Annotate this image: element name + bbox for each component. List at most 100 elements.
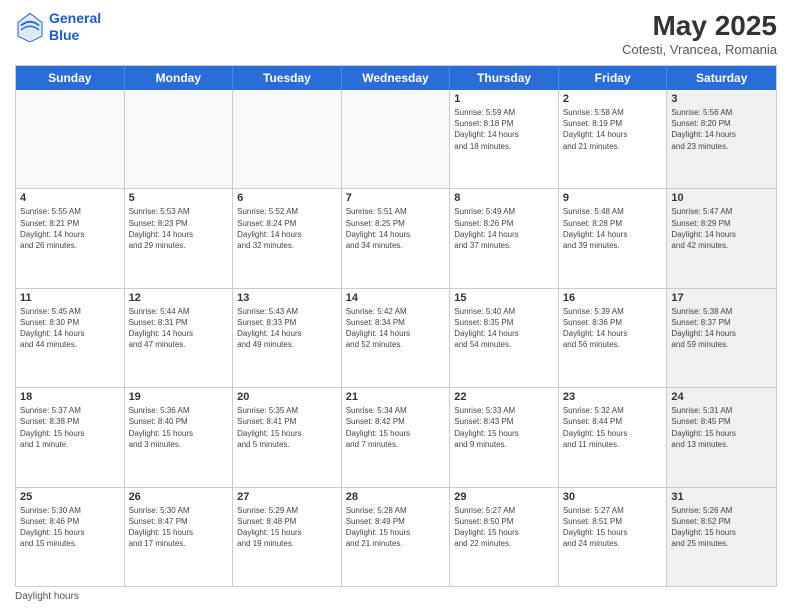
day-info: Sunrise: 5:26 AM Sunset: 8:52 PM Dayligh… (671, 505, 772, 550)
day-number: 22 (454, 391, 554, 403)
day-info: Sunrise: 5:33 AM Sunset: 8:43 PM Dayligh… (454, 405, 554, 450)
calendar-cell: 22 Sunrise: 5:33 AM Sunset: 8:43 PM Dayli… (450, 388, 559, 486)
day-number: 16 (563, 292, 663, 304)
day-info: Sunrise: 5:39 AM Sunset: 8:36 PM Dayligh… (563, 306, 663, 351)
day-info: Sunrise: 5:52 AM Sunset: 8:24 PM Dayligh… (237, 206, 337, 251)
day-info: Sunrise: 5:34 AM Sunset: 8:42 PM Dayligh… (346, 405, 446, 450)
day-number: 13 (237, 292, 337, 304)
calendar-cell: 14 Sunrise: 5:42 AM Sunset: 8:34 PM Dayli… (342, 289, 451, 387)
day-info: Sunrise: 5:27 AM Sunset: 8:51 PM Dayligh… (563, 505, 663, 550)
day-info: Sunrise: 5:36 AM Sunset: 8:40 PM Dayligh… (129, 405, 229, 450)
day-info: Sunrise: 5:58 AM Sunset: 8:19 PM Dayligh… (563, 107, 663, 152)
footer-note: Daylight hours (15, 591, 777, 602)
day-info: Sunrise: 5:51 AM Sunset: 8:25 PM Dayligh… (346, 206, 446, 251)
logo: General Blue (15, 10, 101, 44)
page: General Blue May 2025 Cotesti, Vrancea, … (0, 0, 792, 612)
header-day-saturday: Saturday (667, 66, 776, 90)
header-day-friday: Friday (559, 66, 668, 90)
calendar-body: 1 Sunrise: 5:59 AM Sunset: 8:18 PM Daylig… (16, 90, 776, 586)
day-info: Sunrise: 5:32 AM Sunset: 8:44 PM Dayligh… (563, 405, 663, 450)
calendar-cell: 29Sunrise: 5:27 AM Sunset: 8:50 PM Dayli… (450, 488, 559, 586)
day-info: Sunrise: 5:27 AM Sunset: 8:50 PM Dayligh… (454, 505, 554, 550)
day-number: 1 (454, 93, 554, 105)
day-number: 8 (454, 192, 554, 204)
day-info: Sunrise: 5:42 AM Sunset: 8:34 PM Dayligh… (346, 306, 446, 351)
day-number: 15 (454, 292, 554, 304)
calendar-cell: 3Sunrise: 5:56 AM Sunset: 8:20 PM Daylig… (667, 90, 776, 188)
logo-icon (15, 12, 45, 42)
calendar-cell: 15Sunrise: 5:40 AM Sunset: 8:35 PM Dayli… (450, 289, 559, 387)
day-info: Sunrise: 5:44 AM Sunset: 8:31 PM Dayligh… (129, 306, 229, 351)
day-number: 14 (346, 292, 446, 304)
day-info: Sunrise: 5:47 AM Sunset: 8:29 PM Dayligh… (671, 206, 772, 251)
calendar-row-1: 4Sunrise: 5:55 AM Sunset: 8:21 PM Daylig… (16, 189, 776, 288)
calendar-cell: 17 Sunrise: 5:38 AM Sunset: 8:37 PM Dayli… (667, 289, 776, 387)
day-number: 30 (563, 491, 663, 503)
calendar-cell: 11 Sunrise: 5:45 AM Sunset: 8:30 PM Dayli… (16, 289, 125, 387)
calendar-cell: 6Sunrise: 5:52 AM Sunset: 8:24 PM Daylig… (233, 189, 342, 287)
calendar-header: SundayMondayTuesdayWednesdayThursdayFrid… (16, 66, 776, 90)
location-subtitle: Cotesti, Vrancea, Romania (622, 42, 777, 57)
day-number: 25 (20, 491, 120, 503)
calendar-cell: 7 Sunrise: 5:51 AM Sunset: 8:25 PM Daylig… (342, 189, 451, 287)
day-number: 19 (129, 391, 229, 403)
calendar-cell: 1 Sunrise: 5:59 AM Sunset: 8:18 PM Daylig… (450, 90, 559, 188)
day-info: Sunrise: 5:30 AM Sunset: 8:47 PM Dayligh… (129, 505, 229, 550)
calendar-cell: 9 Sunrise: 5:48 AM Sunset: 8:28 PM Daylig… (559, 189, 668, 287)
calendar-cell: 8Sunrise: 5:49 AM Sunset: 8:26 PM Daylig… (450, 189, 559, 287)
day-number: 18 (20, 391, 120, 403)
day-info: Sunrise: 5:35 AM Sunset: 8:41 PM Dayligh… (237, 405, 337, 450)
day-info: Sunrise: 5:53 AM Sunset: 8:23 PM Dayligh… (129, 206, 229, 251)
calendar-cell: 13 Sunrise: 5:43 AM Sunset: 8:33 PM Dayli… (233, 289, 342, 387)
day-number: 7 (346, 192, 446, 204)
calendar-row-0: 1 Sunrise: 5:59 AM Sunset: 8:18 PM Daylig… (16, 90, 776, 189)
day-info: Sunrise: 5:29 AM Sunset: 8:48 PM Dayligh… (237, 505, 337, 550)
day-info: Sunrise: 5:45 AM Sunset: 8:30 PM Dayligh… (20, 306, 120, 351)
header-day-monday: Monday (125, 66, 234, 90)
calendar-cell: 10Sunrise: 5:47 AM Sunset: 8:29 PM Dayli… (667, 189, 776, 287)
day-number: 17 (671, 292, 772, 304)
day-number: 21 (346, 391, 446, 403)
day-info: Sunrise: 5:38 AM Sunset: 8:37 PM Dayligh… (671, 306, 772, 351)
calendar-cell: 27Sunrise: 5:29 AM Sunset: 8:48 PM Dayli… (233, 488, 342, 586)
day-info: Sunrise: 5:59 AM Sunset: 8:18 PM Dayligh… (454, 107, 554, 152)
header-day-tuesday: Tuesday (233, 66, 342, 90)
day-info: Sunrise: 5:30 AM Sunset: 8:46 PM Dayligh… (20, 505, 120, 550)
day-number: 3 (671, 93, 772, 105)
day-number: 11 (20, 292, 120, 304)
day-info: Sunrise: 5:28 AM Sunset: 8:49 PM Dayligh… (346, 505, 446, 550)
header-day-thursday: Thursday (450, 66, 559, 90)
calendar-row-4: 25 Sunrise: 5:30 AM Sunset: 8:46 PM Dayli… (16, 488, 776, 586)
day-number: 24 (671, 391, 772, 403)
day-number: 31 (671, 491, 772, 503)
day-info: Sunrise: 5:37 AM Sunset: 8:38 PM Dayligh… (20, 405, 120, 450)
header: General Blue May 2025 Cotesti, Vrancea, … (15, 10, 777, 57)
calendar-cell: 30 Sunrise: 5:27 AM Sunset: 8:51 PM Dayli… (559, 488, 668, 586)
header-day-sunday: Sunday (16, 66, 125, 90)
day-number: 4 (20, 192, 120, 204)
calendar-cell: 25 Sunrise: 5:30 AM Sunset: 8:46 PM Dayli… (16, 488, 125, 586)
day-number: 28 (346, 491, 446, 503)
calendar-cell (342, 90, 451, 188)
calendar-cell: 5 Sunrise: 5:53 AM Sunset: 8:23 PM Daylig… (125, 189, 234, 287)
calendar-cell: 20Sunrise: 5:35 AM Sunset: 8:41 PM Dayli… (233, 388, 342, 486)
day-number: 26 (129, 491, 229, 503)
calendar-cell: 21 Sunrise: 5:34 AM Sunset: 8:42 PM Dayli… (342, 388, 451, 486)
calendar-row-2: 11 Sunrise: 5:45 AM Sunset: 8:30 PM Dayli… (16, 289, 776, 388)
calendar-cell: 19 Sunrise: 5:36 AM Sunset: 8:40 PM Dayli… (125, 388, 234, 486)
day-info: Sunrise: 5:43 AM Sunset: 8:33 PM Dayligh… (237, 306, 337, 351)
calendar-cell: 18 Sunrise: 5:37 AM Sunset: 8:38 PM Dayli… (16, 388, 125, 486)
day-number: 5 (129, 192, 229, 204)
day-info: Sunrise: 5:48 AM Sunset: 8:28 PM Dayligh… (563, 206, 663, 251)
calendar-row-3: 18 Sunrise: 5:37 AM Sunset: 8:38 PM Dayli… (16, 388, 776, 487)
calendar-cell: 4Sunrise: 5:55 AM Sunset: 8:21 PM Daylig… (16, 189, 125, 287)
calendar-cell: 23 Sunrise: 5:32 AM Sunset: 8:44 PM Dayli… (559, 388, 668, 486)
calendar-cell: 31 Sunrise: 5:26 AM Sunset: 8:52 PM Dayli… (667, 488, 776, 586)
day-number: 9 (563, 192, 663, 204)
day-info: Sunrise: 5:31 AM Sunset: 8:45 PM Dayligh… (671, 405, 772, 450)
calendar-cell: 12Sunrise: 5:44 AM Sunset: 8:31 PM Dayli… (125, 289, 234, 387)
calendar-cell (125, 90, 234, 188)
day-number: 23 (563, 391, 663, 403)
calendar-cell (16, 90, 125, 188)
day-number: 2 (563, 93, 663, 105)
